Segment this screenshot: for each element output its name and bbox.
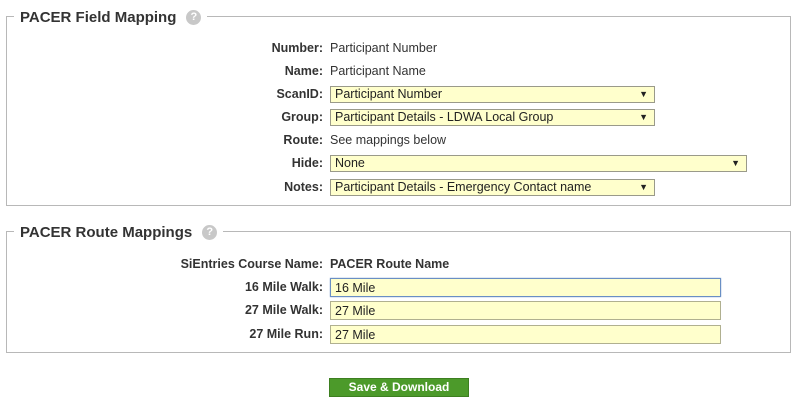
scanid-select[interactable]: Participant Number ▼	[330, 86, 655, 103]
name-label: Name:	[284, 64, 323, 78]
number-label: Number:	[271, 41, 323, 55]
route-value: See mappings below	[330, 133, 447, 147]
route-name-header: PACER Route Name	[330, 257, 450, 271]
question-circle-icon[interactable]: ?	[202, 224, 218, 240]
hide-label: Hide:	[291, 156, 323, 170]
route-row-label: 16 Mile Walk:	[244, 280, 323, 294]
name-value: Participant Name	[330, 64, 426, 78]
question-circle-icon[interactable]: ?	[186, 9, 202, 25]
route-27-mile-run-input[interactable]	[330, 325, 721, 344]
hide-selected: None	[335, 156, 365, 170]
scanid-label: ScanID:	[276, 87, 323, 101]
route-16-mile-walk-input[interactable]	[330, 278, 721, 297]
group-label: Group:	[281, 110, 323, 124]
notes-select[interactable]: Participant Details - Emergency Contact …	[330, 179, 655, 196]
route-27-mile-walk-input[interactable]	[330, 301, 721, 320]
chevron-down-icon: ▼	[731, 158, 740, 168]
chevron-down-icon: ▼	[639, 89, 648, 99]
route-label: Route:	[283, 133, 323, 147]
field-mapping-title: PACER Field Mapping	[20, 8, 177, 26]
route-row-label: 27 Mile Walk:	[244, 303, 323, 317]
chevron-down-icon: ▼	[639, 182, 648, 192]
notes-label: Notes:	[284, 180, 323, 194]
route-row-label: 27 Mile Run:	[249, 327, 323, 341]
save-download-button[interactable]: Save & Download	[329, 378, 469, 397]
group-select[interactable]: Participant Details - LDWA Local Group ▼	[330, 109, 655, 126]
field-mapping-legend: PACER Field Mapping ?	[14, 7, 208, 27]
course-name-header: SiEntries Course Name:	[180, 257, 323, 271]
group-selected: Participant Details - LDWA Local Group	[335, 110, 554, 124]
route-mapping-title: PACER Route Mappings	[20, 223, 193, 241]
chevron-down-icon: ▼	[639, 112, 648, 122]
number-value: Participant Number	[330, 41, 437, 55]
route-mapping-legend: PACER Route Mappings ?	[14, 222, 224, 242]
hide-select[interactable]: None ▼	[330, 155, 747, 172]
notes-selected: Participant Details - Emergency Contact …	[335, 180, 592, 194]
scanid-selected: Participant Number	[335, 87, 442, 101]
